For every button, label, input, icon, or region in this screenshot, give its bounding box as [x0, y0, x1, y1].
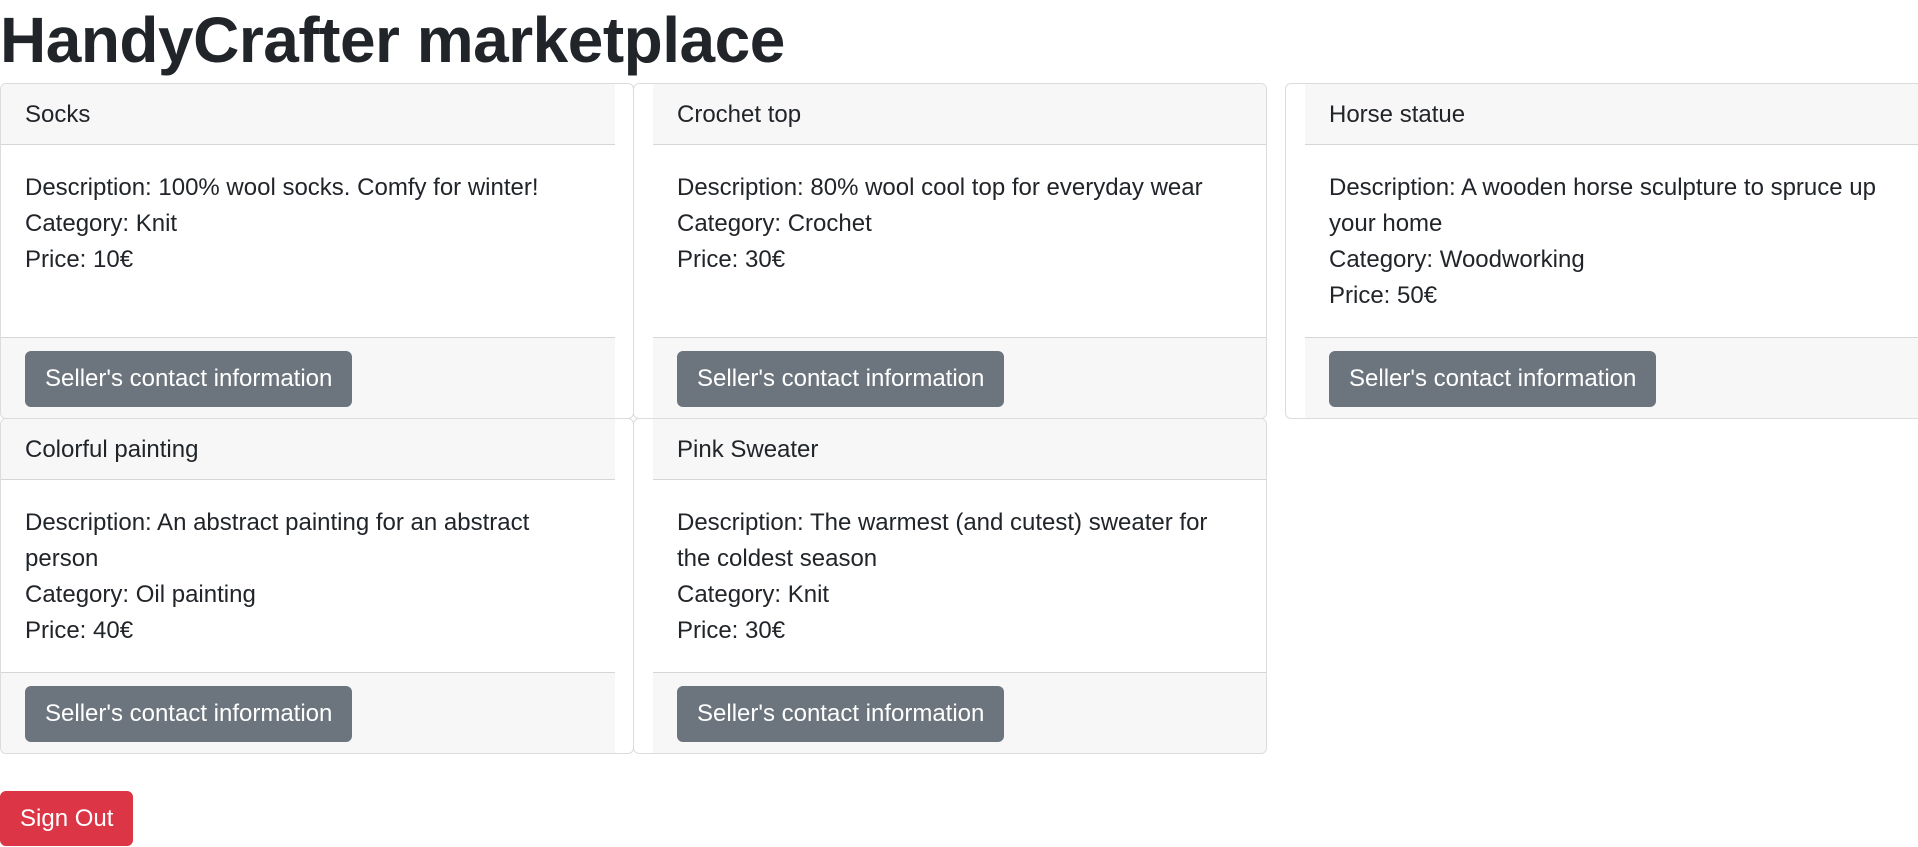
product-category: Category: Knit — [677, 581, 830, 608]
product-card: Pink Sweater Description: The warmest (a… — [633, 418, 1267, 754]
product-description: Description: A wooden horse sculpture to… — [1329, 174, 1876, 237]
product-price: Price: 10€ — [25, 246, 134, 273]
product-description: Description: An abstract painting for an… — [25, 509, 530, 572]
product-price: Price: 30€ — [677, 246, 786, 273]
product-price: Price: 50€ — [1329, 282, 1438, 309]
product-name: Crochet top — [653, 84, 1266, 145]
product-name: Colorful painting — [1, 419, 615, 480]
seller-contact-button[interactable]: Seller's contact information — [25, 351, 353, 407]
product-card-footer: Seller's contact information — [653, 337, 1266, 418]
product-details: Description: A wooden horse sculpture to… — [1329, 170, 1909, 314]
product-name: Pink Sweater — [653, 419, 1266, 480]
product-card-footer: Seller's contact information — [1305, 337, 1918, 418]
product-details: Description: 100% wool socks. Comfy for … — [25, 170, 600, 278]
product-name: Horse statue — [1305, 84, 1918, 145]
product-card: Crochet top Description: 80% wool cool t… — [633, 83, 1267, 419]
page-title: HandyCrafter marketplace — [0, 4, 785, 76]
product-category: Category: Oil painting — [25, 581, 256, 608]
product-name: Socks — [1, 84, 615, 145]
seller-contact-button[interactable]: Seller's contact information — [677, 686, 1005, 742]
product-category: Category: Knit — [25, 210, 178, 237]
product-card: Colorful painting Description: An abstra… — [0, 418, 634, 754]
product-card-footer: Seller's contact information — [1, 672, 615, 753]
product-category: Category: Crochet — [677, 210, 872, 237]
product-card-footer: Seller's contact information — [653, 672, 1266, 753]
product-details: Description: 80% wool cool top for every… — [677, 170, 1252, 278]
product-description: Description: The warmest (and cutest) sw… — [677, 509, 1208, 572]
sign-out-button[interactable]: Sign Out — [0, 791, 134, 846]
seller-contact-button[interactable]: Seller's contact information — [677, 351, 1005, 407]
product-card: Socks Description: 100% wool socks. Comf… — [0, 83, 634, 419]
product-description: Description: 100% wool socks. Comfy for … — [25, 174, 539, 201]
seller-contact-button[interactable]: Seller's contact information — [1329, 351, 1657, 407]
product-category: Category: Woodworking — [1329, 246, 1585, 273]
marketplace-page: HandyCrafter marketplace Socks Descripti… — [0, 0, 1918, 847]
product-description: Description: 80% wool cool top for every… — [677, 174, 1203, 201]
seller-contact-button[interactable]: Seller's contact information — [25, 686, 353, 742]
product-price: Price: 30€ — [677, 617, 786, 644]
product-card-footer: Seller's contact information — [1, 337, 615, 418]
product-details: Description: An abstract painting for an… — [25, 505, 565, 649]
product-price: Price: 40€ — [25, 617, 134, 644]
product-card: Horse statue Description: A wooden horse… — [1285, 83, 1918, 419]
product-details: Description: The warmest (and cutest) sw… — [677, 505, 1247, 649]
